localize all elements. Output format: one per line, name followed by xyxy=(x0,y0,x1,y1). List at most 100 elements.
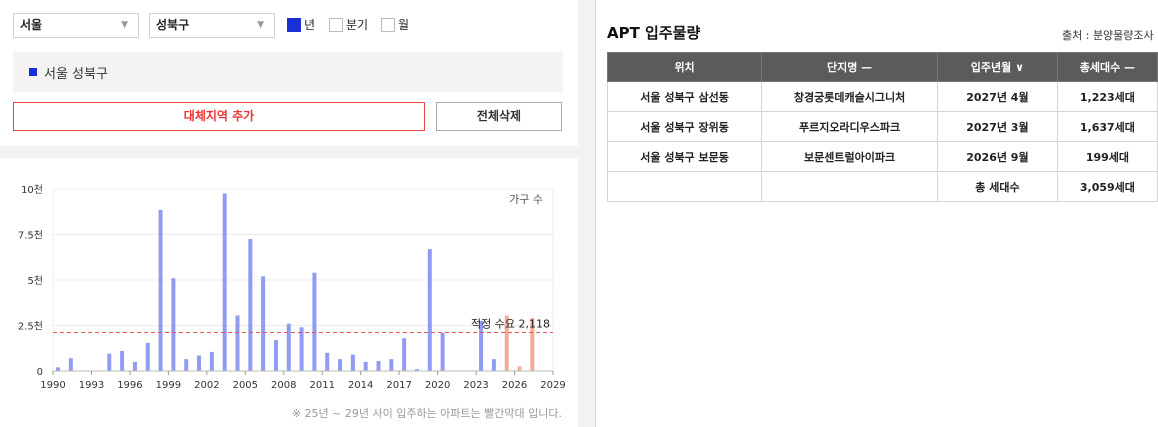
selected-region-label: 서울 성북구 xyxy=(44,67,108,82)
x-tick-label: 2026 xyxy=(502,380,527,391)
bar xyxy=(517,366,522,371)
bar xyxy=(440,332,445,371)
reference-label: 적정 수요 2,118 xyxy=(471,317,550,330)
cell-move-in: 2027년 4월 xyxy=(936,81,1058,112)
bar xyxy=(197,355,202,371)
x-tick-label: 1993 xyxy=(79,380,104,391)
bar xyxy=(171,278,176,371)
header-location[interactable]: 위치 xyxy=(606,52,763,82)
y-tick-label: 7.5천 xyxy=(18,230,43,242)
cell-units: 1,223세대 xyxy=(1056,81,1158,112)
bar xyxy=(222,193,227,371)
header-units[interactable]: 총세대수 — xyxy=(1056,52,1158,82)
header-complex[interactable]: 단지명 — xyxy=(761,52,938,82)
cell-location: 서울 성북구 보문동 xyxy=(606,141,763,172)
left-panel: 서울 ▼ 성북구 ▼ 년 분기 월 서울 성북구 대체지역 추가 전체삭제 적정… xyxy=(0,0,579,427)
period-year-label: 년 xyxy=(304,18,316,32)
x-tick-label: 2029 xyxy=(540,380,565,391)
bar xyxy=(273,340,278,371)
bar xyxy=(363,361,368,371)
cell-units: 199세대 xyxy=(1056,141,1158,172)
x-tick-label: 1996 xyxy=(117,380,142,391)
bar xyxy=(402,338,407,371)
cell-move-in: 2026년 9월 xyxy=(936,141,1058,172)
period-quarter-checkbox[interactable]: 분기 xyxy=(329,16,368,34)
bar xyxy=(491,359,496,371)
cell-location: 서울 성북구 장위동 xyxy=(606,111,763,142)
y-tick-label: 10천 xyxy=(21,184,43,196)
cell-complex: 창경궁롯데캐슬시그니처 xyxy=(761,81,938,112)
table-header-row: 위치 단지명 — 입주년월 ∨ 총세대수 — xyxy=(606,52,1158,82)
cell-complex: 푸르지오라디우스파크 xyxy=(761,111,938,142)
table-row[interactable]: 서울 성북구 보문동 보문센트럴아이파크 2026년 9월 199세대 xyxy=(606,141,1158,172)
bar xyxy=(389,359,394,371)
y-tick-label: 5천 xyxy=(27,275,43,287)
table-row[interactable]: 서울 성북구 삼선동 창경궁롯데캐슬시그니처 2027년 4월 1,223세대 xyxy=(606,81,1158,112)
bar xyxy=(145,342,150,371)
bar xyxy=(132,361,137,371)
bar xyxy=(235,315,240,371)
x-tick-label: 2014 xyxy=(348,380,373,391)
period-quarter-label: 분기 xyxy=(346,18,369,32)
x-tick-label: 2023 xyxy=(463,380,488,391)
section-separator xyxy=(0,146,578,158)
bar xyxy=(376,360,381,371)
cell-move-in: 2027년 3월 xyxy=(936,111,1058,142)
x-tick-label: 1990 xyxy=(40,380,65,391)
cell-empty xyxy=(761,171,938,202)
selected-region-item[interactable]: 서울 성북구 xyxy=(13,52,563,92)
cell-location: 서울 성북구 삼선동 xyxy=(606,81,763,112)
bar xyxy=(312,272,317,371)
right-panel: APT 입주물량 출처 : 분양물량조사 위치 단지명 — 입주년월 ∨ 총세대… xyxy=(596,0,1158,427)
header-move-in[interactable]: 입주년월 ∨ xyxy=(936,52,1058,82)
total-units: 3,059세대 xyxy=(1056,171,1158,202)
bar xyxy=(261,276,266,371)
cell-complex: 보문센트럴아이파크 xyxy=(761,141,938,172)
period-month-label: 월 xyxy=(398,18,410,32)
x-tick-label: 2017 xyxy=(386,380,411,391)
add-region-button[interactable]: 대체지역 추가 xyxy=(13,102,425,131)
city-select[interactable]: 서울 ▼ xyxy=(13,13,139,38)
bar xyxy=(56,367,60,371)
cell-units: 1,637세대 xyxy=(1056,111,1158,142)
chevron-down-icon: ▼ xyxy=(257,20,264,30)
table-total-row: 총 세대수 3,059세대 xyxy=(606,171,1158,202)
apt-source: 출처 : 분양물량조사 xyxy=(1062,29,1154,42)
district-select[interactable]: 성북구 ▼ xyxy=(149,13,275,38)
supply-bar-chart: 적정 수요 2,118 0 2.5천 5천 7.5천 10천 1990 1993 1996 19… xyxy=(18,184,566,391)
x-tick-label: 2008 xyxy=(271,380,296,391)
region-color-icon xyxy=(29,68,37,76)
district-select-value: 성북구 xyxy=(156,18,190,32)
chevron-down-icon: ▼ xyxy=(121,20,128,30)
cell-empty xyxy=(606,171,763,202)
period-year-checkbox[interactable]: 년 xyxy=(287,16,315,34)
x-tick-label: 2005 xyxy=(233,380,258,391)
bar xyxy=(107,353,112,371)
chart-footnote: ※ 25년 ~ 29년 사이 입주하는 아파트는 빨간막대 입니다. xyxy=(291,407,562,420)
period-month-checkbox[interactable]: 월 xyxy=(381,16,409,34)
panel-divider xyxy=(578,0,596,427)
chart-bars xyxy=(56,193,535,371)
bar xyxy=(68,358,73,371)
bar xyxy=(427,249,432,371)
bar xyxy=(209,351,214,371)
bar xyxy=(248,239,253,371)
checkbox-empty-icon xyxy=(381,18,395,32)
chart-legend: 가구 수 xyxy=(509,193,543,206)
apt-table: 위치 단지명 — 입주년월 ∨ 총세대수 — 서울 성북구 삼선동 창경궁롯데캐… xyxy=(606,52,1158,202)
bar xyxy=(158,209,163,371)
bar xyxy=(286,323,291,371)
bar xyxy=(299,327,304,371)
bar xyxy=(325,352,330,371)
y-tick-label: 0 xyxy=(37,367,43,378)
y-tick-label: 2.5천 xyxy=(18,321,43,333)
x-tick-label: 2011 xyxy=(310,380,335,391)
table-row[interactable]: 서울 성북구 장위동 푸르지오라디우스파크 2027년 3월 1,637세대 xyxy=(606,111,1158,142)
bar xyxy=(350,354,355,371)
checkbox-checked-icon xyxy=(287,18,301,32)
x-tick-label: 2002 xyxy=(194,380,219,391)
city-select-value: 서울 xyxy=(20,18,43,32)
total-label: 총 세대수 xyxy=(936,171,1058,202)
delete-all-button[interactable]: 전체삭제 xyxy=(436,102,562,131)
bar xyxy=(338,359,343,371)
